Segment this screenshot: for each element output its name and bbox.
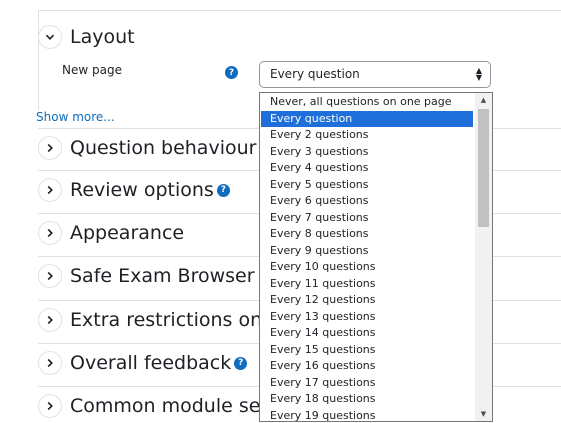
chevron-right-icon[interactable]	[38, 308, 62, 332]
dropdown-option[interactable]: Every 10 questions	[261, 259, 473, 276]
dropdown-option[interactable]: Every 12 questions	[261, 292, 473, 309]
dropdown-option[interactable]: Every 5 questions	[261, 177, 473, 194]
chevron-right-icon[interactable]	[38, 136, 62, 160]
section-title: Overall feedback	[70, 352, 232, 374]
dropdown-option[interactable]: Every question	[261, 110, 473, 127]
dropdown-option[interactable]: Every 18 questions	[261, 391, 473, 408]
section-title: Safe Exam Browser	[70, 265, 255, 287]
section-overall-feedback[interactable]: Overall feedback ?	[38, 349, 248, 377]
section-title: Review options	[70, 179, 214, 201]
chevron-right-icon[interactable]	[38, 264, 62, 288]
new-page-select[interactable]: Every question ▲ ▼	[259, 61, 491, 88]
dropdown-option[interactable]: Every 14 questions	[261, 325, 473, 342]
dropdown-option[interactable]: Every 7 questions	[261, 210, 473, 227]
dropdown-option[interactable]: Every 9 questions	[261, 243, 473, 260]
help-icon[interactable]: ?	[216, 183, 230, 197]
show-more-link[interactable]: Show more...	[36, 110, 115, 124]
chevron-right-icon[interactable]	[38, 221, 62, 245]
scroll-up-icon[interactable]: ▲	[475, 93, 492, 107]
section-title: Question behaviour	[70, 137, 257, 159]
dropdown-option[interactable]: Every 16 questions	[261, 358, 473, 375]
dropdown-option[interactable]: Every 13 questions	[261, 309, 473, 326]
dropdown-option[interactable]: Every 8 questions	[261, 226, 473, 243]
chevron-right-icon[interactable]	[38, 178, 62, 202]
dropdown-option[interactable]: Every 3 questions	[261, 144, 473, 161]
section-review-options[interactable]: Review options ?	[38, 176, 230, 204]
new-page-label: New page	[62, 63, 122, 77]
section-appearance[interactable]: Appearance	[38, 219, 184, 247]
section-safe-exam-browser[interactable]: Safe Exam Browser	[38, 262, 255, 290]
dropdown-option[interactable]: Every 6 questions	[261, 193, 473, 210]
top-divider	[38, 10, 561, 11]
select-arrows-icon: ▲ ▼	[475, 66, 482, 82]
dropdown-option[interactable]: Never, all questions on one page	[261, 94, 473, 111]
chevron-right-icon[interactable]	[38, 394, 62, 418]
scroll-down-icon[interactable]: ▼	[475, 407, 492, 421]
dropdown-scrollbar[interactable]: ▲ ▼	[475, 93, 492, 421]
dropdown-option[interactable]: Every 2 questions	[261, 127, 473, 144]
section-title: Layout	[70, 26, 135, 48]
help-icon[interactable]: ?	[225, 66, 238, 79]
chevron-right-icon[interactable]	[38, 351, 62, 375]
chevron-down-icon[interactable]	[38, 25, 62, 49]
dropdown-option[interactable]: Every 11 questions	[261, 276, 473, 293]
dropdown-option[interactable]: Every 4 questions	[261, 160, 473, 177]
dropdown-option[interactable]: Every 17 questions	[261, 375, 473, 392]
section-title: Appearance	[70, 222, 185, 244]
section-question-behaviour[interactable]: Question behaviour	[38, 134, 256, 162]
new-page-dropdown-list[interactable]: Every 19 questions Every 18 questions Ever…	[259, 92, 493, 422]
select-value: Every question	[270, 67, 360, 81]
dropdown-option[interactable]: Every 19 questions	[261, 408, 473, 422]
dropdown-option[interactable]: Every 15 questions	[261, 342, 473, 359]
scrollbar-thumb[interactable]	[478, 109, 489, 227]
section-layout[interactable]: Layout	[38, 23, 135, 51]
help-icon[interactable]: ?	[234, 356, 248, 370]
